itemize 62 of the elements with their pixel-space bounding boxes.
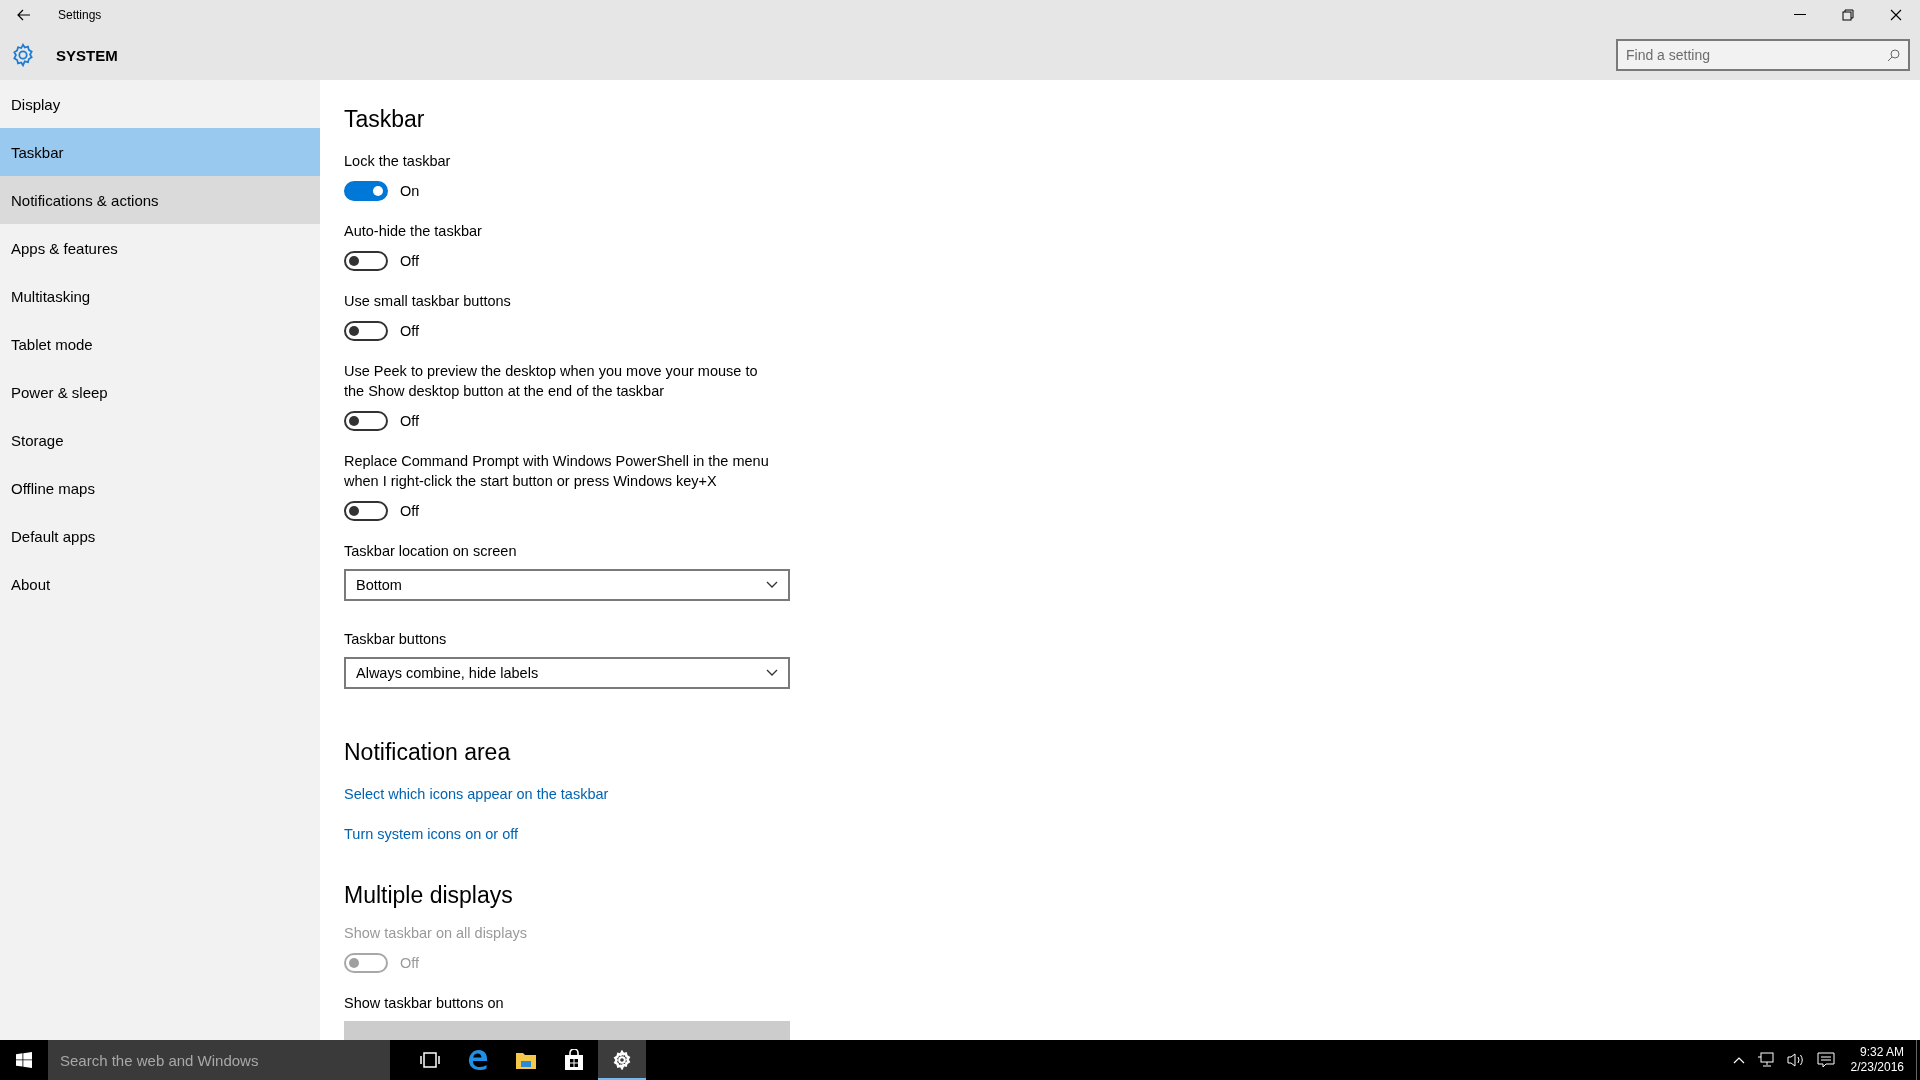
settings-link[interactable]: Turn system icons on or off: [344, 826, 519, 842]
dropdown[interactable]: Always combine, hide labels: [344, 657, 790, 689]
search-field[interactable]: Find a setting: [1616, 39, 1910, 71]
task-view-icon: [420, 1052, 440, 1068]
setting-label: Lock the taskbar: [344, 152, 452, 171]
toggle-state: Off: [400, 253, 420, 269]
sidebar-item[interactable]: Notifications & actions: [0, 176, 320, 224]
gear-icon: [10, 42, 36, 68]
restore-icon: [1842, 9, 1854, 21]
taskbar-app-button[interactable]: [598, 1040, 646, 1080]
sidebar-item[interactable]: Power & sleep: [0, 368, 320, 416]
toggle-state: Off: [400, 413, 420, 429]
setting-label: Use small taskbar buttons: [344, 292, 512, 311]
message-icon[interactable]: [1816, 1052, 1835, 1068]
windows-logo-icon: [16, 1052, 32, 1068]
setting-label: Taskbar location on screen: [344, 542, 518, 561]
setting-label: Use Peek to preview the desktop when you move your mouse to the Show desktop button at the end of the taskbar: [344, 362, 759, 401]
sidebar-item[interactable]: Taskbar: [0, 128, 320, 176]
section-heading: Multiple displays: [344, 882, 514, 909]
setting-label: Auto-hide the taskbar: [344, 222, 483, 241]
sidebar-item[interactable]: Apps & features: [0, 224, 320, 272]
toggle-state: Off: [400, 955, 420, 971]
network-icon[interactable]: [1756, 1052, 1775, 1068]
shopping-bag-icon: [564, 1049, 584, 1071]
settings-link[interactable]: Select which icons appear on the taskbar: [344, 786, 609, 802]
toggle-switch[interactable]: [344, 411, 388, 431]
gear-icon: [612, 1050, 632, 1070]
close-icon: [1890, 9, 1902, 21]
sidebar-item[interactable]: Tablet mode: [0, 320, 320, 368]
page-title: Taskbar: [344, 106, 426, 133]
toggle-state: On: [400, 183, 420, 199]
section-title: SYSTEM: [56, 46, 119, 64]
toggle-state: Off: [400, 323, 420, 339]
search-icon: [1887, 49, 1900, 62]
speaker-icon[interactable]: [1786, 1052, 1805, 1068]
toggle-state: Off: [400, 503, 420, 519]
sidebar-item[interactable]: Display: [0, 80, 320, 128]
toggle-switch[interactable]: [344, 251, 388, 271]
sidebar-item[interactable]: Multitasking: [0, 272, 320, 320]
window-title: Settings: [58, 8, 103, 22]
sidebar-item[interactable]: Offline maps: [0, 464, 320, 512]
setting-label: Taskbar buttons: [344, 630, 448, 649]
chevron-down-icon: [766, 581, 778, 589]
minimize-icon: [1794, 14, 1806, 16]
setting-label: Show taskbar buttons on: [344, 994, 505, 1013]
toggle-switch[interactable]: [344, 501, 388, 521]
taskbar-search-field[interactable]: Search the web and Windows: [48, 1040, 390, 1080]
folder-icon: [515, 1050, 537, 1070]
dropdown[interactable]: Bottom: [344, 569, 790, 601]
toggle-switch[interactable]: [344, 181, 388, 201]
section-heading: Notification area: [344, 739, 512, 766]
sidebar-item[interactable]: Default apps: [0, 512, 320, 560]
browser-icon: [467, 1049, 489, 1071]
back-arrow-icon: [17, 9, 31, 21]
setting-label: Replace Command Prompt with Windows PowerShell in the menu when I right-click the start button or press Windows key+X: [344, 452, 770, 491]
chevron-up-icon[interactable]: [1732, 1056, 1745, 1064]
sidebar-item[interactable]: Storage: [0, 416, 320, 464]
chevron-down-icon: [766, 669, 778, 677]
toggle-switch[interactable]: [344, 321, 388, 341]
setting-label: Show taskbar on all displays: [344, 924, 528, 943]
clock[interactable]: 9:32 AM 2/23/2016: [1850, 1045, 1904, 1075]
sidebar-item[interactable]: About: [0, 560, 320, 608]
